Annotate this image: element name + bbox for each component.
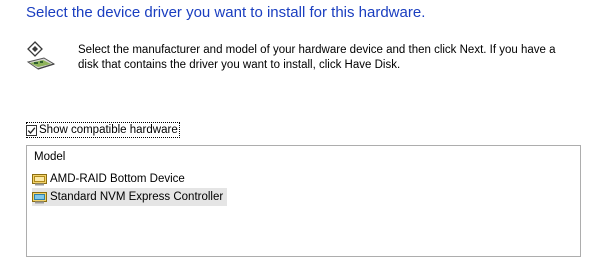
list-item-selected[interactable]: Standard NVM Express Controller <box>32 188 228 206</box>
page-title: Select the device driver you want to ins… <box>26 4 426 21</box>
list-item-label: AMD-RAID Bottom Device <box>50 173 185 185</box>
checkbox-checked-icon[interactable] <box>26 124 37 136</box>
install-driver-page: Select the device driver you want to ins… <box>0 0 590 258</box>
list-item-label: Standard NVM Express Controller <box>50 191 224 203</box>
instructions-line-1: Select the manufacturer and model of you… <box>78 44 556 56</box>
hardware-card-icon <box>26 40 56 74</box>
driver-icon <box>32 190 48 204</box>
show-compatible-hardware-label[interactable]: Show compatible hardware <box>39 124 178 136</box>
show-compatible-hardware-checkbox[interactable]: Show compatible hardware <box>26 122 180 138</box>
instructions-text: Select the manufacturer and model of you… <box>78 43 578 73</box>
model-column-header[interactable]: Model <box>34 151 65 163</box>
instructions-line-2: disk that contains the driver you want t… <box>78 59 401 71</box>
model-list[interactable]: Model AMD-RAID Bottom Device Standard NV… <box>26 145 581 257</box>
list-item[interactable]: AMD-RAID Bottom Device <box>32 170 189 188</box>
driver-icon <box>32 172 48 186</box>
